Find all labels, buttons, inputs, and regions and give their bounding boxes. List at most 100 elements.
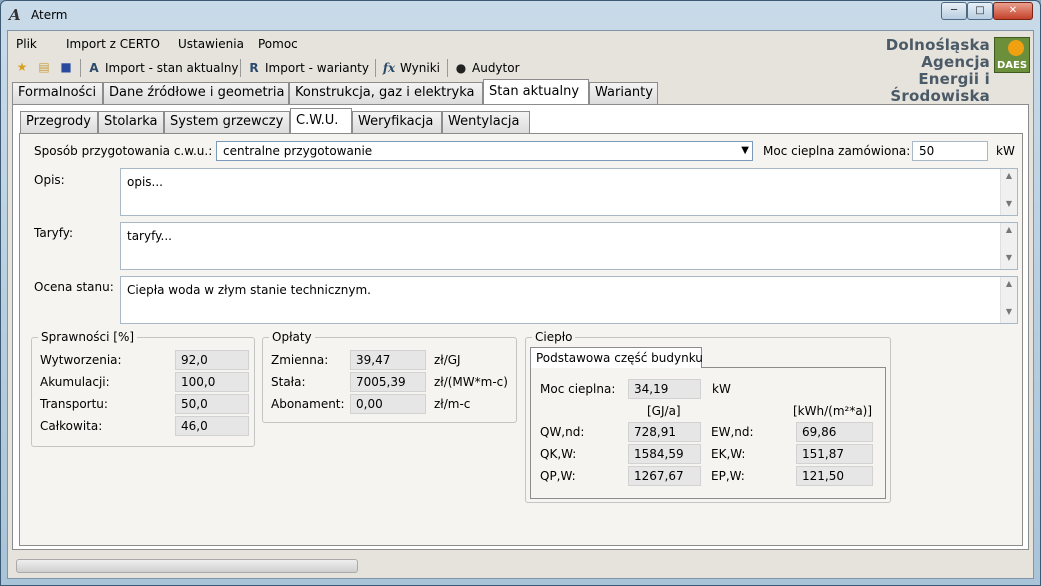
tab-stolarka[interactable]: Stolarka xyxy=(98,111,164,133)
logo-line-1: Dolnośląska Agencja xyxy=(885,36,990,71)
save-icon[interactable]: ■ xyxy=(58,59,74,75)
new-file-icon[interactable]: ★ xyxy=(14,59,30,75)
tab-system-grzewczy[interactable]: System grzewczy xyxy=(164,111,290,133)
toolbar: ★ ▤ ■ A Import - stan aktualny R Import - … xyxy=(12,57,532,79)
import-warianty-button[interactable]: R Import - warianty xyxy=(246,58,369,78)
taryfy-memo[interactable]: taryfy... ▲ ▼ xyxy=(120,222,1018,270)
opis-text: opis... xyxy=(127,175,163,189)
abonament-value: 0,00 xyxy=(350,394,426,414)
import-warianty-label: Import - warianty xyxy=(265,61,369,75)
daes-logo: Dolnośląska Agencja Energii i Środowiska… xyxy=(820,35,1032,105)
stala-unit: zł/(MW*m-c) xyxy=(434,375,508,389)
ek-w-label: EK,W: xyxy=(711,447,746,461)
horizontal-scrollbar[interactable] xyxy=(16,559,358,573)
window-title: Aterm xyxy=(31,8,68,22)
app-window: A Aterm ─ □ ✕ Plik Import z CERTO Ustawi… xyxy=(0,0,1041,586)
chevron-down-icon[interactable]: ▼ xyxy=(741,145,749,156)
scroll-up-icon[interactable]: ▲ xyxy=(1001,225,1017,239)
qk-w-value: 1584,59 xyxy=(628,444,701,464)
ep-w-value: 121,50 xyxy=(796,466,873,486)
main-tabs: Formalności Dane źródłowe i geometria Ko… xyxy=(12,79,1031,104)
minimize-button[interactable]: ─ xyxy=(941,2,967,20)
cieplo-moc-label: Moc cieplna: xyxy=(540,382,616,396)
sub-tabs: Przegrody Stolarka System grzewczy C.W.U… xyxy=(20,108,1020,133)
aterm-app-icon: A xyxy=(9,6,21,24)
scroll-up-icon[interactable]: ▲ xyxy=(1001,171,1017,185)
tab-formalnosci[interactable]: Formalności xyxy=(12,82,103,104)
oplaty-group: Opłaty Zmienna: 39,47 zł/GJ Stała: 7005,… xyxy=(262,330,517,423)
akumulacji-label: Akumulacji: xyxy=(40,375,110,389)
menu-import-certo[interactable]: Import z CERTO xyxy=(66,37,160,51)
stala-label: Stała: xyxy=(271,375,306,389)
tab-weryfikacja[interactable]: Weryfikacja xyxy=(352,111,442,133)
akumulacji-value: 100,0 xyxy=(175,372,249,392)
sposob-combo[interactable]: centralne przygotowanie ▼ xyxy=(216,141,753,161)
tab-konstrukcja[interactable]: Konstrukcja, gaz i elektryka xyxy=(289,82,483,104)
client-area: Plik Import z CERTO Ustawienia Pomoc ★ ▤… xyxy=(7,30,1034,579)
qp-w-label: QP,W: xyxy=(540,469,576,483)
menu-pomoc[interactable]: Pomoc xyxy=(258,37,298,51)
ep-w-label: EP,W: xyxy=(711,469,745,483)
maximize-button[interactable]: □ xyxy=(967,2,993,20)
open-folder-icon[interactable]: ▤ xyxy=(36,59,52,75)
wytworzenia-label: Wytworzenia: xyxy=(40,353,122,367)
wytworzenia-value: 92,0 xyxy=(175,350,249,370)
scroll-down-icon[interactable]: ▼ xyxy=(1001,253,1017,267)
logo-mark-text: DAES xyxy=(996,60,1028,71)
sposob-label: Sposób przygotowania c.w.u.: xyxy=(34,144,213,158)
ocena-scrollbar[interactable]: ▲ ▼ xyxy=(1000,277,1017,323)
menu-plik[interactable]: Plik xyxy=(16,37,37,51)
scroll-up-icon[interactable]: ▲ xyxy=(1001,279,1017,293)
close-icon: ✕ xyxy=(1008,5,1018,16)
col2-unit: [kWh/(m²*a)] xyxy=(793,404,873,418)
taryfy-label: Taryfy: xyxy=(34,226,74,240)
qw-nd-value: 728,91 xyxy=(628,422,701,442)
taryfy-text: taryfy... xyxy=(127,229,172,243)
ocena-label: Ocena stanu: xyxy=(34,280,114,294)
tab-warianty[interactable]: Warianty xyxy=(589,82,658,104)
tab-wentylacja[interactable]: Wentylacja xyxy=(442,111,530,133)
tab-stan-aktualny[interactable]: Stan aktualny xyxy=(483,79,589,104)
calkowita-label: Całkowita: xyxy=(40,419,103,433)
import-r-icon: R xyxy=(249,61,259,75)
cieplo-title: Ciepło xyxy=(532,330,576,344)
logo-sun-icon xyxy=(1008,40,1024,56)
close-button[interactable]: ✕ xyxy=(993,2,1033,20)
transportu-label: Transportu: xyxy=(40,397,108,411)
ew-nd-label: EW,nd: xyxy=(711,425,754,439)
toolbar-separator xyxy=(80,59,81,77)
taryfy-scrollbar[interactable]: ▲ ▼ xyxy=(1000,223,1017,269)
ocena-memo[interactable]: Ciepła woda w złym stanie technicznym. ▲… xyxy=(120,276,1018,324)
tab-cwu[interactable]: C.W.U. xyxy=(290,108,352,133)
oplaty-title: Opłaty xyxy=(269,330,315,344)
import-a-icon: A xyxy=(89,61,99,75)
abonament-unit: zł/m-c xyxy=(434,397,471,411)
auditor-icon: ● xyxy=(455,61,467,75)
abonament-label: Abonament: xyxy=(271,397,345,411)
minimize-icon: ─ xyxy=(950,5,958,16)
scroll-down-icon[interactable]: ▼ xyxy=(1001,307,1017,321)
qp-w-value: 1267,67 xyxy=(628,466,701,486)
audytor-button[interactable]: ● Audytor xyxy=(453,58,520,78)
stala-value: 7005,39 xyxy=(350,372,426,392)
import-stan-label: Import - stan aktualny xyxy=(105,61,239,75)
audytor-label: Audytor xyxy=(472,61,520,75)
import-stan-button[interactable]: A Import - stan aktualny xyxy=(86,58,239,78)
cieplo-group: Ciepło Podstawowa część budynku Moc ciep… xyxy=(525,330,891,503)
tab-przegrody[interactable]: Przegrody xyxy=(20,111,98,133)
menu-ustawienia[interactable]: Ustawienia xyxy=(178,37,244,51)
sposob-combo-value: centralne przygotowanie xyxy=(223,144,373,158)
opis-scrollbar[interactable]: ▲ ▼ xyxy=(1000,169,1017,215)
wyniki-button[interactable]: fx Wyniki xyxy=(381,58,440,78)
logo-mark: DAES xyxy=(994,37,1030,73)
tab-podstawowa-czesc[interactable]: Podstawowa część budynku xyxy=(530,347,703,368)
wyniki-label: Wyniki xyxy=(400,61,440,75)
scroll-down-icon[interactable]: ▼ xyxy=(1001,199,1017,213)
cieplo-moc-value: 34,19 xyxy=(628,379,701,399)
sprawnosci-group: Sprawności [%] Wytworzenia: 92,0 Akumula… xyxy=(31,330,255,447)
moc-zamowiona-field[interactable]: 50 xyxy=(912,141,988,161)
tab-dane-zrodlowe[interactable]: Dane źródłowe i geometria xyxy=(103,82,289,104)
zmienna-value: 39,47 xyxy=(350,350,426,370)
ocena-text: Ciepła woda w złym stanie technicznym. xyxy=(127,283,371,297)
opis-memo[interactable]: opis... ▲ ▼ xyxy=(120,168,1018,216)
